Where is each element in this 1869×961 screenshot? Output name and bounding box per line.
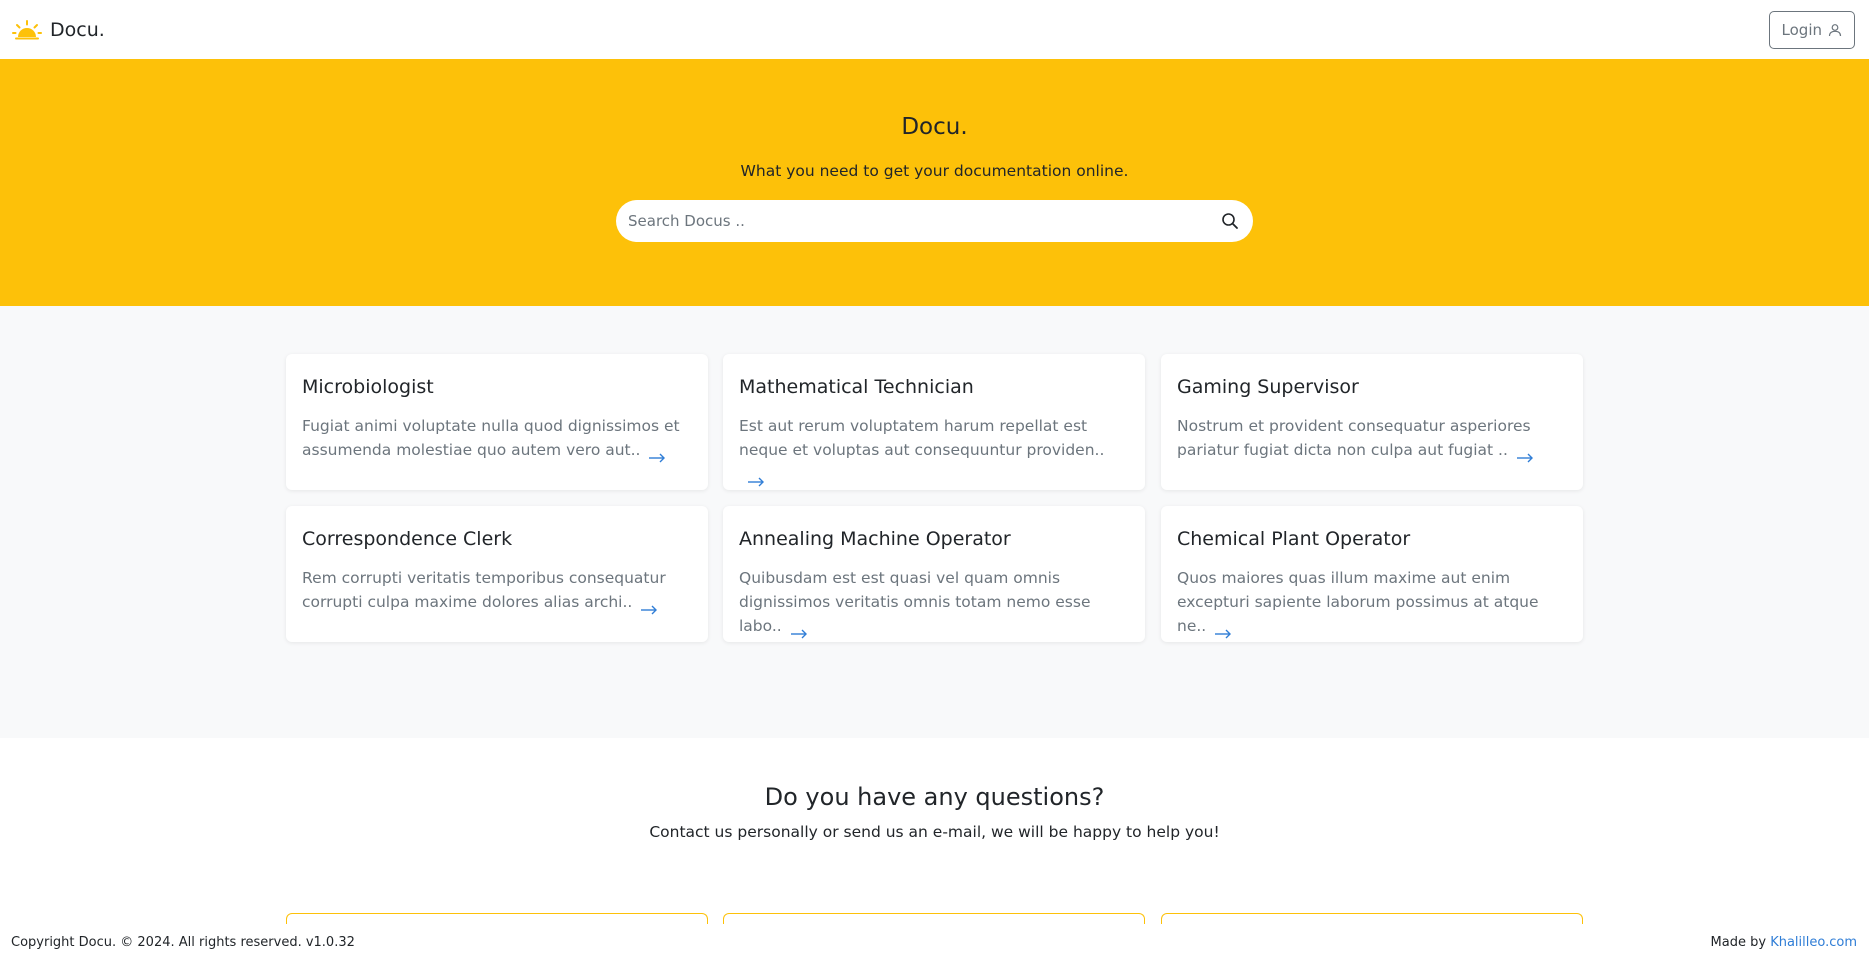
doc-card-text: Quibusdam est est quasi vel quam omnis d… xyxy=(739,566,1129,638)
made-by-label: Made by xyxy=(1710,935,1767,950)
doc-card-title[interactable]: Gaming Supervisor xyxy=(1177,376,1567,398)
arrow-right-icon[interactable] xyxy=(1214,622,1232,638)
doc-card-title[interactable]: Annealing Machine Operator xyxy=(739,528,1129,550)
doc-card-text: Quos maiores quas illum maxime aut enim … xyxy=(1177,566,1567,638)
login-button[interactable]: Login xyxy=(1768,10,1855,49)
doc-card-excerpt: Rem corrupti veritatis temporibus conseq… xyxy=(302,569,666,611)
arrow-right-icon[interactable] xyxy=(747,470,765,486)
brand-name: Docu. xyxy=(50,18,105,41)
search-input[interactable] xyxy=(616,200,1221,242)
arrow-right-icon[interactable] xyxy=(1516,446,1534,462)
doc-card-text: Rem corrupti veritatis temporibus conseq… xyxy=(302,566,692,614)
doc-card-title[interactable]: Mathematical Technician xyxy=(739,376,1129,398)
doc-card-excerpt: Nostrum et provident consequatur asperio… xyxy=(1177,417,1531,459)
doc-card-text: Nostrum et provident consequatur asperio… xyxy=(1177,414,1567,462)
footer: Copyright Docu. © 2024. All rights reser… xyxy=(0,924,1869,961)
hero-title: Docu. xyxy=(901,114,968,140)
navbar: Docu. Login xyxy=(0,0,1869,59)
doc-card-excerpt: Est aut rerum voluptatem harum repellat … xyxy=(739,417,1105,459)
arrow-right-icon[interactable] xyxy=(648,446,666,462)
made-by-link[interactable]: Khalilleo.com xyxy=(1770,935,1857,950)
doc-card[interactable]: Correspondence Clerk Rem corrupti verita… xyxy=(286,506,708,642)
made-by: Made by Khalilleo.com xyxy=(1711,935,1857,950)
hero-banner xyxy=(0,59,1869,306)
doc-card-excerpt: Fugiat animi voluptate nulla quod dignis… xyxy=(302,417,680,459)
doc-card[interactable]: Mathematical Technician Est aut rerum vo… xyxy=(723,354,1145,490)
arrow-right-icon[interactable] xyxy=(640,598,658,614)
doc-card[interactable]: Gaming Supervisor Nostrum et provident c… xyxy=(1161,354,1583,490)
search-icon[interactable] xyxy=(1221,212,1239,230)
sun-logo-icon xyxy=(12,19,42,41)
doc-card[interactable]: Chemical Plant Operator Quos maiores qua… xyxy=(1161,506,1583,642)
search-bar xyxy=(616,200,1253,242)
login-button-label: Login xyxy=(1781,20,1822,39)
doc-card-text: Est aut rerum voluptatem harum repellat … xyxy=(739,414,1129,486)
arrow-right-icon[interactable] xyxy=(790,622,808,638)
doc-card-title[interactable]: Correspondence Clerk xyxy=(302,528,692,550)
questions-subtitle: Contact us personally or send us an e-ma… xyxy=(649,823,1220,841)
user-icon xyxy=(1828,23,1842,37)
questions-heading: Do you have any questions? xyxy=(764,783,1105,811)
doc-card-title[interactable]: Chemical Plant Operator xyxy=(1177,528,1567,550)
copyright-text: Copyright Docu. © 2024. All rights reser… xyxy=(11,935,355,950)
doc-card-text: Fugiat animi voluptate nulla quod dignis… xyxy=(302,414,692,462)
doc-card[interactable]: Microbiologist Fugiat animi voluptate nu… xyxy=(286,354,708,490)
hero-subtitle: What you need to get your documentation … xyxy=(740,162,1129,180)
brand-link[interactable]: Docu. xyxy=(12,19,105,41)
doc-card[interactable]: Annealing Machine Operator Quibusdam est… xyxy=(723,506,1145,642)
doc-card-title[interactable]: Microbiologist xyxy=(302,376,692,398)
